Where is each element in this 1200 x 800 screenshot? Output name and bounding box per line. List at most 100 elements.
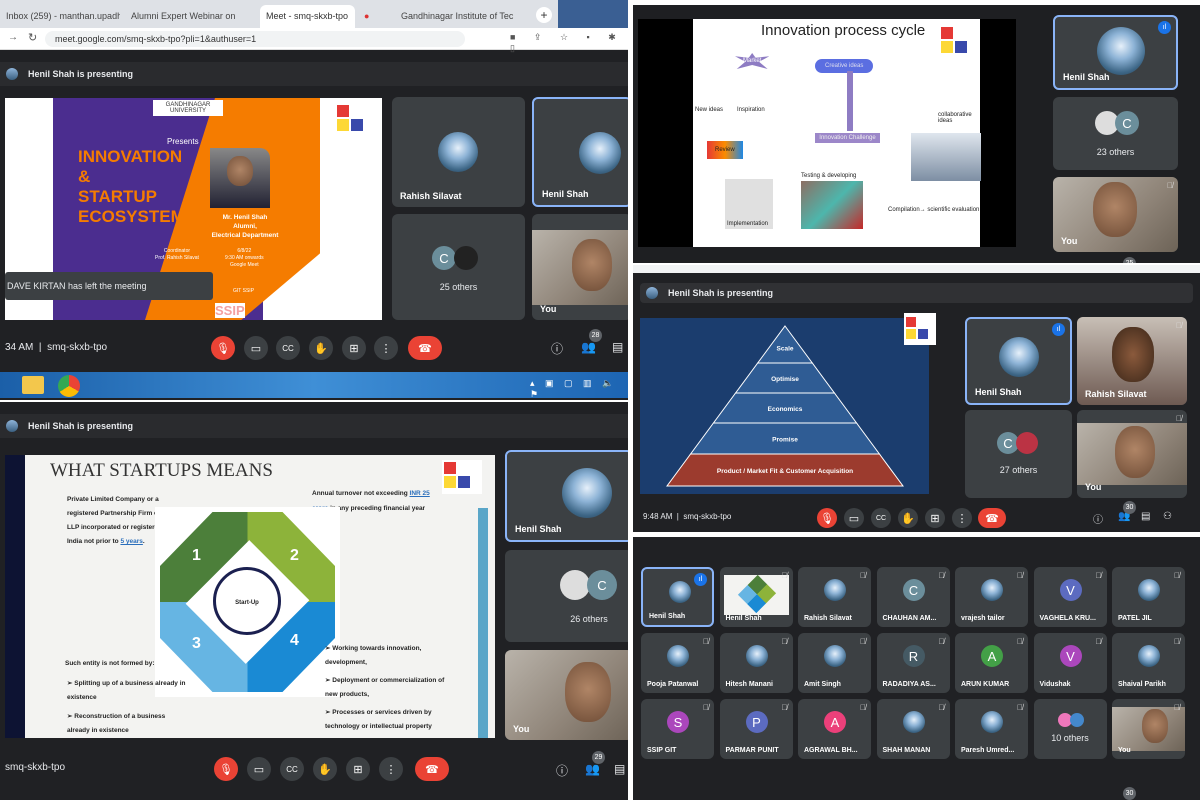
event-datetime: 6/8/22 9:30 AM onwards Google Meet bbox=[225, 248, 264, 268]
participant-tile[interactable]: 🎙̸ Henil Shah bbox=[719, 567, 793, 627]
chat-icon[interactable]: ▤ bbox=[614, 762, 625, 776]
avatar: A bbox=[981, 645, 1003, 667]
participant-tile[interactable]: A 🎙̸ ARUN KUMAR bbox=[955, 633, 1028, 693]
info-icon[interactable]: ⓘ bbox=[1093, 511, 1103, 526]
avatar: A bbox=[824, 711, 846, 733]
participant-tile-rahish[interactable]: Rahish Silavat bbox=[392, 97, 525, 207]
others-tile[interactable]: C 25 others bbox=[392, 214, 525, 320]
raise-hand-button[interactable]: ✋ bbox=[309, 336, 333, 360]
participant-tile[interactable]: 🎙̸ Shaival Parikh bbox=[1112, 633, 1185, 693]
meeting-code: smq-skxb-tpo bbox=[5, 762, 66, 773]
participant-tile-henil[interactable]: ıl Henil Shah bbox=[965, 317, 1072, 405]
participant-tile[interactable]: 🎙̸ Pooja Patanwal bbox=[641, 633, 714, 693]
people-icon[interactable]: 👥 bbox=[581, 340, 596, 354]
new-tab-button[interactable]: + bbox=[536, 7, 552, 23]
camera-button[interactable]: ▭ bbox=[247, 757, 271, 781]
captions-button[interactable]: CC bbox=[276, 336, 300, 360]
participant-tile[interactable]: R 🎙̸ RADADIYA AS... bbox=[876, 633, 950, 693]
chat-icon[interactable]: ▤ bbox=[1141, 511, 1150, 522]
tab-gandhinagar[interactable]: Gandhinagar Institute of Tec bbox=[395, 5, 530, 28]
others-tile[interactable]: C 23 others bbox=[1053, 97, 1178, 170]
people-icon[interactable]: 👥 bbox=[585, 762, 600, 776]
participant-tile[interactable]: V 🎙̸ VAGHELA KRU... bbox=[1033, 567, 1107, 627]
end-call-button[interactable]: ☎ bbox=[408, 336, 442, 360]
url-field[interactable]: meet.google.com/smq-skxb-tpo?pli=1&authu… bbox=[45, 31, 465, 47]
raise-hand-button[interactable]: ✋ bbox=[898, 508, 918, 528]
mic-off-icon: 🎙̸ bbox=[781, 703, 788, 712]
captions-button[interactable]: CC bbox=[280, 757, 304, 781]
chat-icon[interactable]: ▤ bbox=[612, 340, 623, 354]
participant-name: Paresh Umred... bbox=[961, 747, 1015, 754]
captions-button[interactable]: CC bbox=[871, 508, 891, 528]
avatar: V bbox=[1059, 645, 1082, 667]
others-tile[interactable]: C 26 others bbox=[505, 550, 628, 642]
participant-tile[interactable]: 🎙̸ You bbox=[1112, 699, 1185, 759]
pyramid-label: Optimise bbox=[771, 376, 799, 383]
self-view-tile[interactable]: You bbox=[505, 650, 628, 740]
participant-name: Amit Singh bbox=[804, 681, 841, 688]
chrome-icon[interactable] bbox=[58, 375, 80, 397]
self-view-tile[interactable]: You bbox=[532, 214, 628, 320]
participant-tile[interactable]: C 🎙̸ CHAUHAN AM... bbox=[876, 567, 950, 627]
more-options-button[interactable]: ⋮ bbox=[379, 757, 403, 781]
slide-bullets-right: ➢ Working towards innovation, developmen… bbox=[325, 645, 445, 730]
more-options-button[interactable]: ⋮ bbox=[374, 336, 398, 360]
tab-inbox[interactable]: Inbox (259) - manthan.upadh bbox=[0, 5, 120, 28]
participant-tile[interactable]: 🎙̸ vrajesh tailor bbox=[955, 567, 1028, 627]
avatar bbox=[745, 645, 768, 667]
raise-hand-button[interactable]: ✋ bbox=[313, 757, 337, 781]
slide-title: Innovation process cycle bbox=[761, 22, 926, 39]
participant-tile[interactable]: 10 others bbox=[1033, 699, 1107, 759]
present-button[interactable]: ⊞ bbox=[342, 336, 366, 360]
mic-off-icon: 🎙̸ bbox=[1017, 703, 1023, 712]
forward-icon[interactable]: → bbox=[8, 32, 18, 43]
pyramid-label: Economics bbox=[768, 406, 803, 413]
system-tray: ▴ ▣ ▢ ▥ 🔈 ⚑ bbox=[530, 378, 618, 399]
mic-off-button[interactable]: 🎙 bbox=[817, 508, 837, 528]
participant-tile[interactable]: 🎙̸ PATEL JIL bbox=[1112, 567, 1185, 627]
participant-tile-henil[interactable]: Henil Shah bbox=[532, 97, 628, 207]
participant-tile[interactable]: A 🎙̸ AGRAWAL BH... bbox=[798, 699, 871, 759]
mic-off-button[interactable]: 🎙 bbox=[214, 757, 238, 781]
participant-tile[interactable]: 🎙̸ SHAH MANAN bbox=[876, 699, 950, 759]
info-icon[interactable]: ⓘ bbox=[556, 762, 568, 779]
participant-tile-rahish[interactable]: 🎙̸ Rahish Silavat bbox=[1077, 317, 1187, 405]
tab-alumni-webinar[interactable]: Alumni Expert Webinar on bbox=[125, 5, 255, 28]
mic-off-button[interactable]: 🎙 bbox=[211, 336, 235, 360]
camera-button[interactable]: ▭ bbox=[844, 508, 864, 528]
participant-tile[interactable]: S 🎙̸ SSIP GIT bbox=[641, 699, 714, 759]
others-tile[interactable]: C 27 others bbox=[965, 410, 1072, 498]
more-options-button[interactable]: ⋮ bbox=[952, 508, 972, 528]
present-button[interactable]: ⊞ bbox=[925, 508, 945, 528]
meet-window-4: Henil Shah is presenting Scale Optimise Ec… bbox=[633, 265, 1200, 532]
participant-tile[interactable]: ıl Henil Shah bbox=[641, 567, 714, 627]
camera-button[interactable]: ▭ bbox=[244, 336, 268, 360]
end-call-button[interactable]: ☎ bbox=[415, 757, 449, 781]
reload-icon[interactable]: ↻ bbox=[28, 31, 37, 44]
self-view-tile[interactable]: 🎙̸ You bbox=[1053, 177, 1178, 252]
participant-tile[interactable]: 🎙̸ Paresh Umred... bbox=[955, 699, 1028, 759]
present-button[interactable]: ⊞ bbox=[346, 757, 370, 781]
tab-recording[interactable]: ● bbox=[358, 5, 393, 28]
ssip-logo: SSIP bbox=[215, 303, 245, 318]
participant-tile-henil[interactable]: Henil Shah bbox=[505, 450, 628, 542]
extension-icons[interactable]: ■ ⇪ ☆ ▪ ✱ ▯ bbox=[510, 32, 628, 54]
participant-tile[interactable]: P 🎙̸ PARMAR PUNIT bbox=[719, 699, 793, 759]
participant-tile[interactable]: V 🎙̸ Vidushak bbox=[1033, 633, 1107, 693]
file-explorer-icon[interactable] bbox=[22, 376, 44, 394]
participant-name: Henil Shah bbox=[725, 615, 762, 622]
mic-off-icon: 🎙̸ bbox=[1174, 571, 1180, 580]
participant-tile[interactable]: 🎙̸ Amit Singh bbox=[798, 633, 871, 693]
tab-meet[interactable]: Meet - smq-skxb-tpo bbox=[260, 5, 355, 28]
activities-icon[interactable]: ⚇ bbox=[1163, 511, 1172, 522]
presenting-text: Henil Shah is presenting bbox=[28, 69, 134, 79]
participant-tile[interactable]: 🎙̸ Rahish Silavat bbox=[798, 567, 871, 627]
info-icon[interactable]: ⓘ bbox=[551, 340, 563, 357]
participant-tile-henil[interactable]: ıl Henil Shah bbox=[1053, 15, 1178, 90]
pyramid-level bbox=[756, 325, 814, 364]
end-call-button[interactable]: ☎ bbox=[978, 508, 1006, 528]
others-count: 10 others bbox=[1051, 733, 1089, 743]
self-view-tile[interactable]: 🎙̸ You bbox=[1077, 410, 1187, 498]
participant-tile[interactable]: 🎙̸ Hitesh Manani bbox=[719, 633, 793, 693]
slide-text-not-formed: Such entity is not formed by: bbox=[65, 660, 155, 667]
